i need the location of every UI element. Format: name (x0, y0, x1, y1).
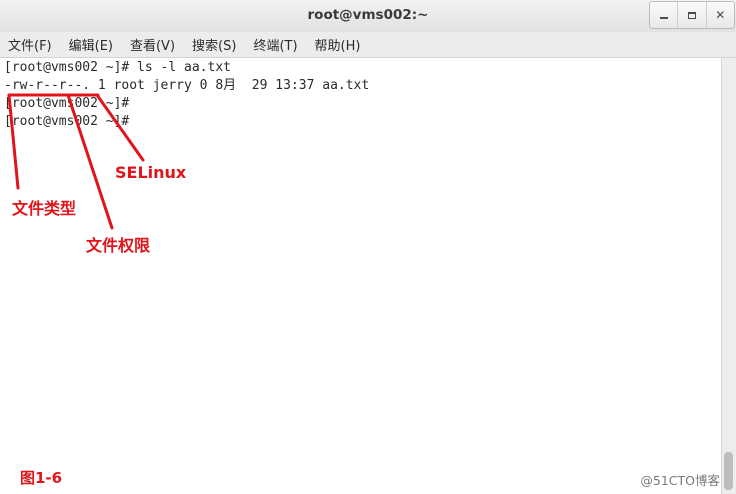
maximize-icon (687, 11, 696, 19)
menu-search[interactable]: 搜索(S) (192, 35, 236, 54)
title-bar[interactable]: root@vms002:~ ✕ (0, 0, 736, 33)
minimize-icon (659, 17, 668, 19)
close-icon: ✕ (715, 8, 726, 22)
annotation-file-type: 文件类型 (12, 199, 77, 218)
terminal-output[interactable]: [root@vms002 ~]# ls -l aa.txt -rw-r--r--… (0, 58, 722, 494)
terminal-window: root@vms002:~ ✕ 文件(F) 编辑(E) 查看(V) 搜索(S) … (0, 0, 736, 494)
terminal-line: [root@vms002 ~]# (4, 96, 130, 111)
watermark: @51CTO博客 (640, 473, 720, 488)
menu-bar: 文件(F) 编辑(E) 查看(V) 搜索(S) 终端(T) 帮助(H) (0, 32, 736, 58)
vertical-scrollbar[interactable] (721, 58, 736, 494)
annotation-file-permission: 文件权限 (86, 236, 151, 255)
scrollbar-thumb[interactable] (724, 452, 733, 490)
window-controls: ✕ (649, 1, 735, 29)
close-button[interactable]: ✕ (707, 2, 734, 28)
terminal-line: [root@vms002 ~]# ls -l aa.txt (4, 60, 231, 75)
window-title: root@vms002:~ (307, 7, 429, 23)
terminal-line: -rw-r--r--. 1 root jerry 0 8月 29 13:37 a… (4, 78, 370, 93)
annotation-selinux: SELinux (115, 163, 187, 182)
menu-edit[interactable]: 编辑(E) (69, 35, 113, 54)
menu-terminal[interactable]: 终端(T) (253, 35, 297, 54)
figure-label: 图1-6 (20, 469, 63, 487)
terminal-line: [root@vms002 ~]# (4, 114, 130, 129)
maximize-button[interactable] (678, 2, 707, 28)
menu-file[interactable]: 文件(F) (8, 35, 52, 54)
minimize-button[interactable] (650, 2, 679, 28)
menu-help[interactable]: 帮助(H) (315, 35, 361, 54)
menu-view[interactable]: 查看(V) (130, 35, 175, 54)
